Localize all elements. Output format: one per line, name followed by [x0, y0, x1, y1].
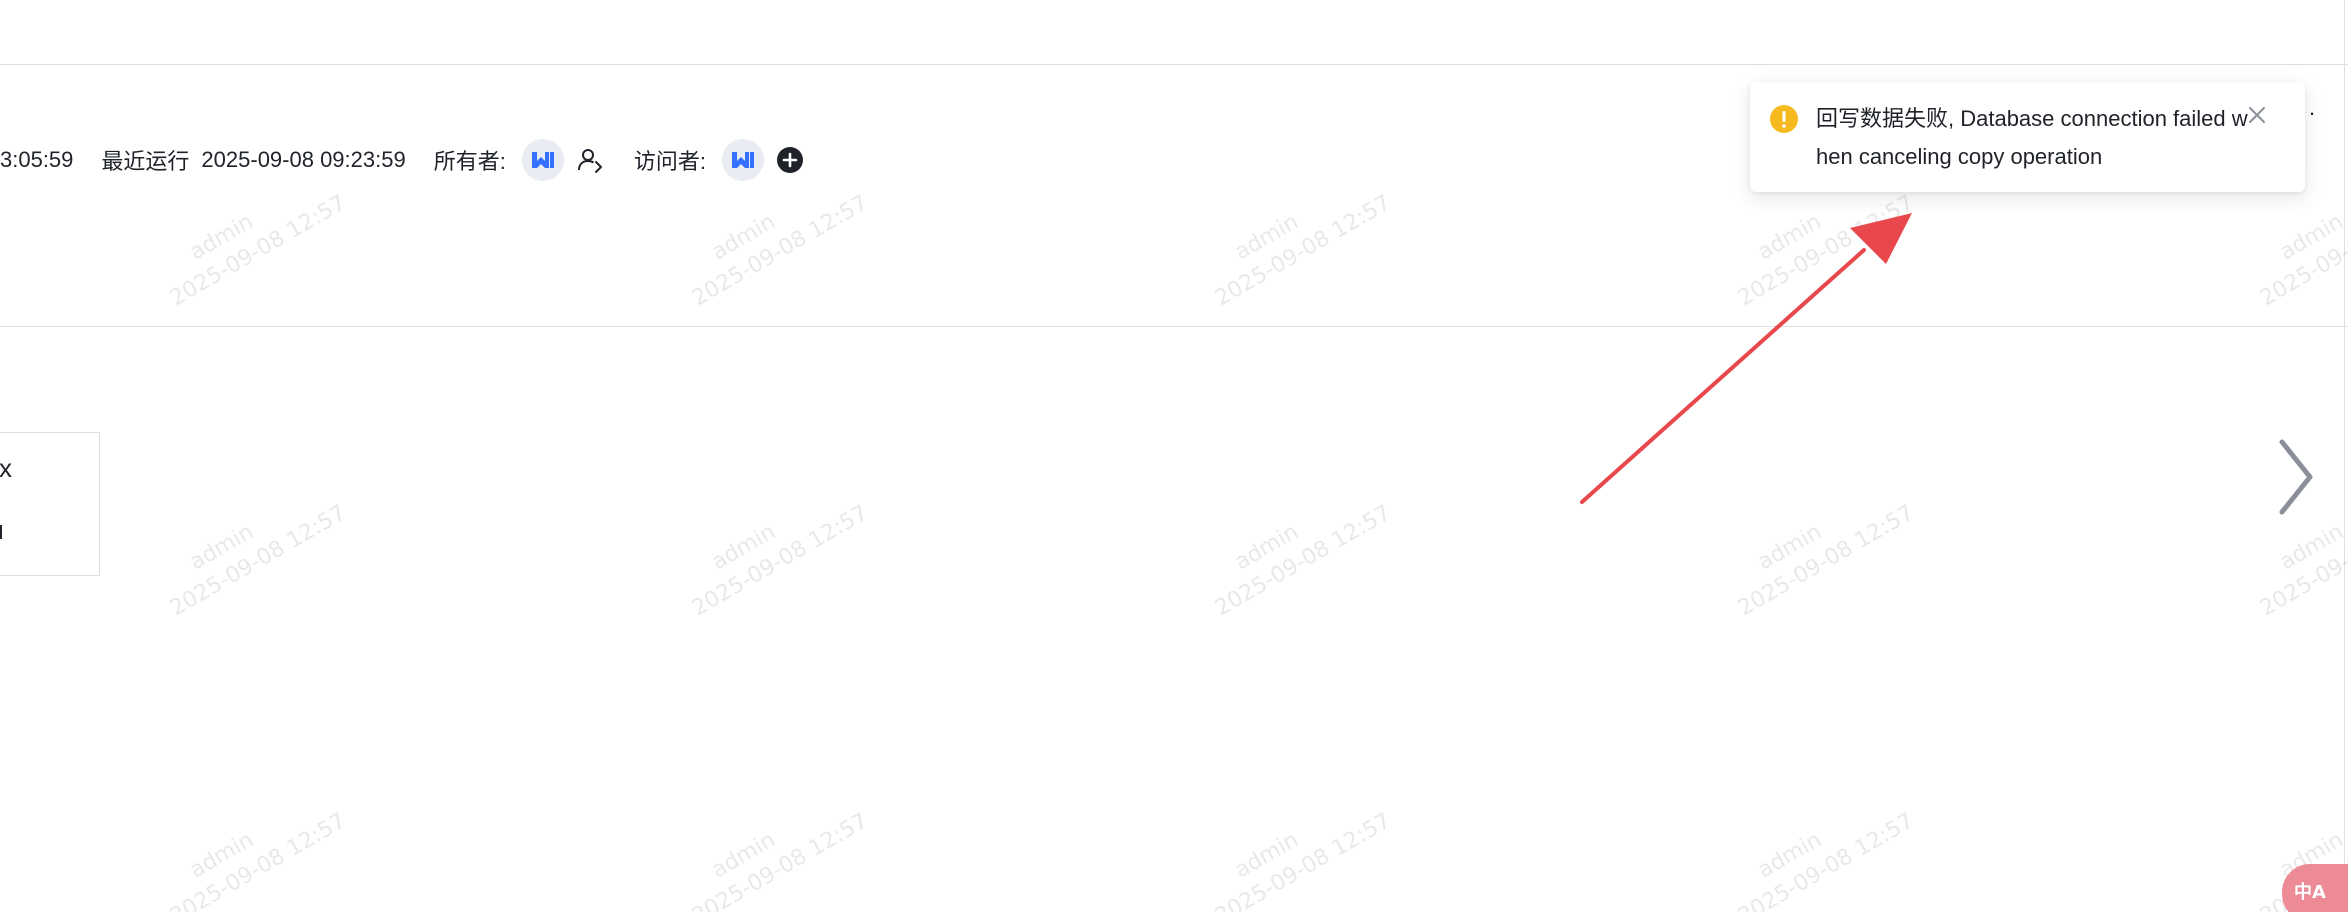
owner-label: 所有者: — [433, 149, 506, 174]
created-time: 3:05:59 — [0, 147, 74, 172]
watermark-text: admin2025-09-08 12:57 — [1734, 500, 1919, 622]
chevron-right-icon — [2279, 439, 2313, 515]
last-run-value: 2025-09-08 09:23:59 — [201, 147, 406, 172]
visitor-avatar[interactable] — [721, 139, 764, 181]
toast-message: 回写数据失败, Database connection failed when … — [1816, 106, 2248, 169]
watermark-text: admin2025-09-08 12:57 — [166, 500, 351, 622]
translate-button[interactable]: 中A — [2282, 864, 2348, 912]
partial-card[interactable]: x — [0, 432, 100, 576]
watermark-text: admin2025-09-08 12:57 — [1211, 808, 1396, 912]
warning-icon — [1770, 105, 1798, 133]
next-button[interactable] — [2268, 434, 2324, 520]
watermark-text: admin2025-09-08 12:57 — [166, 808, 351, 912]
add-visitor-button[interactable] — [776, 146, 804, 174]
close-icon[interactable] — [2242, 100, 2272, 130]
owner-avatar[interactable] — [521, 139, 564, 181]
add-circle-icon — [776, 147, 803, 173]
top-bar — [0, 0, 2348, 65]
meta-row: 3:05:59 最近运行 2025-09-08 09:23:59 所有者: 访问… — [0, 139, 804, 181]
watermark-text: admin2025-09-08 12:57 — [688, 500, 873, 622]
watermark-text: admin2025-09-08 12:57 — [688, 808, 873, 912]
workspace-logo-icon — [731, 152, 754, 168]
transfer-owner-icon[interactable] — [576, 145, 606, 175]
watermark-text: admin2025-09-08 12:57 — [1734, 808, 1919, 912]
partial-card-text: x — [0, 453, 12, 483]
watermark-text: admin2025-09-08 12:57 — [1211, 500, 1396, 622]
right-divider — [2344, 0, 2345, 912]
translate-icon: 中A — [2294, 882, 2326, 903]
last-run-label: 最近运行 — [101, 149, 190, 174]
partial-card-mark — [0, 525, 2, 539]
warning-toast: 回写数据失败, Database connection failed when … — [1750, 82, 2305, 192]
visitor-label: 访问者: — [633, 149, 706, 174]
workspace-logo-icon — [531, 152, 554, 168]
